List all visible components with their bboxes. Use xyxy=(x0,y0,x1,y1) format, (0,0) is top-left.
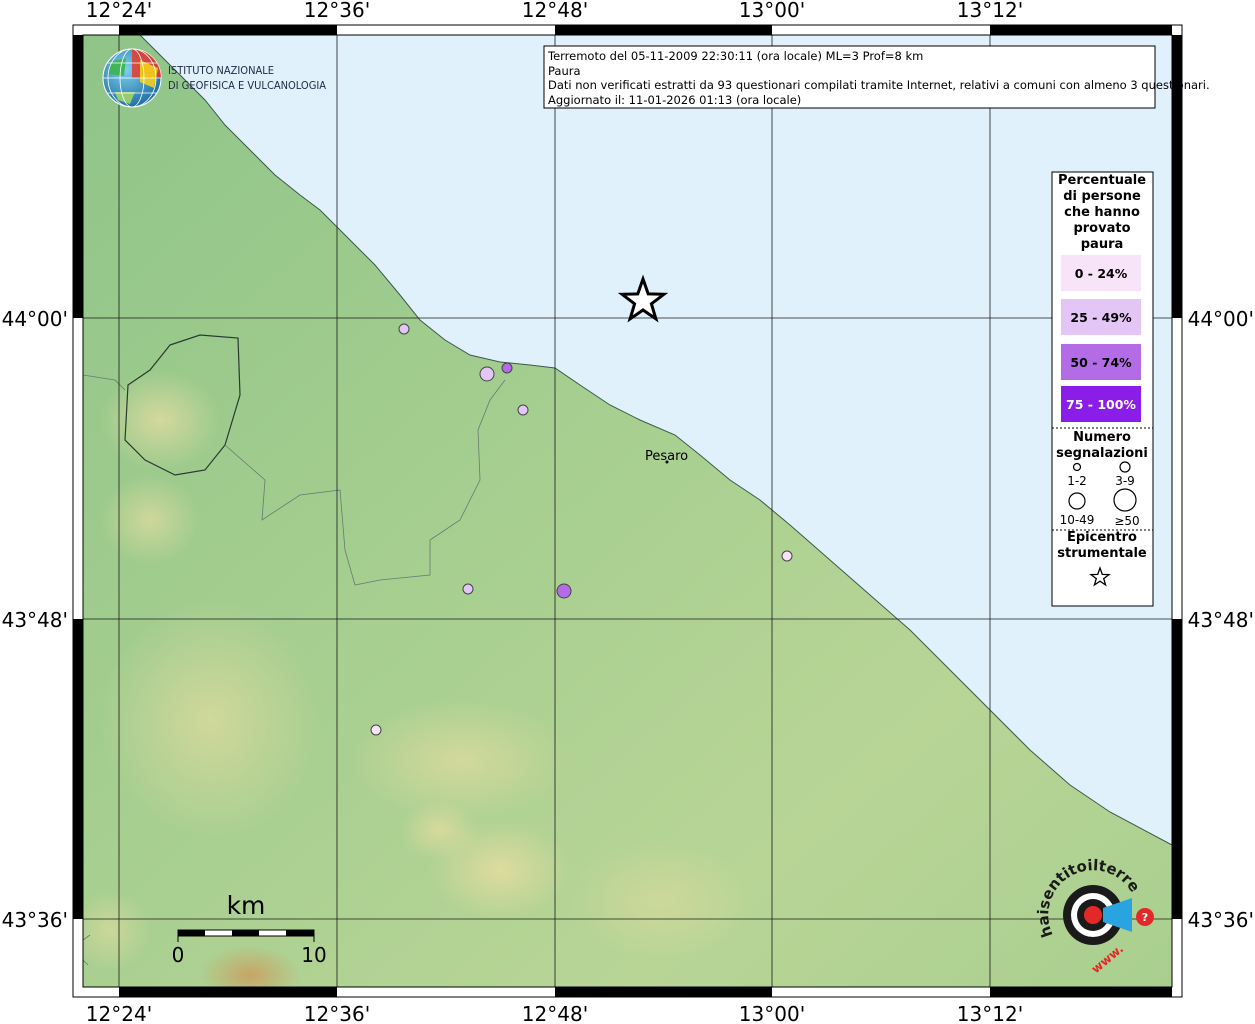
lon-tick-label: 13°12' xyxy=(957,0,1023,22)
lon-tick-labels-bottom: 12°24' 12°36' 12°48' 13°00' 13°12' xyxy=(86,1002,1023,1024)
count-label: 10-49 xyxy=(1060,513,1095,527)
scale-start: 0 xyxy=(172,943,185,967)
legend-range-label: 25 - 49% xyxy=(1070,310,1132,325)
size-circle-icon xyxy=(1072,462,1082,472)
relief-patch xyxy=(350,700,570,820)
lon-tick-label: 13°00' xyxy=(739,0,805,22)
lon-tick-label: 13°12' xyxy=(957,1002,1023,1024)
lat-tick-labels-left: 44°00' 43°48' 43°36' xyxy=(2,307,68,932)
relief-patch xyxy=(100,600,320,840)
lon-tick-label: 12°24' xyxy=(86,1002,152,1024)
legend-title-line: provato xyxy=(1073,221,1130,236)
count-label: 3-9 xyxy=(1115,474,1135,488)
lat-tick-label: 43°48' xyxy=(1188,608,1254,632)
relief-patch xyxy=(100,475,200,565)
lat-tick-label: 43°48' xyxy=(2,608,68,632)
svg-text:?: ? xyxy=(1142,911,1148,924)
municipality-dot xyxy=(556,583,572,599)
relief-patch xyxy=(400,800,480,860)
lon-tick-label: 12°36' xyxy=(304,0,370,22)
legend-count-title: segnalazioni xyxy=(1056,446,1148,461)
logo-line-2: DI GEOFISICA E VULCANOLOGIA xyxy=(168,79,326,92)
scale-end: 10 xyxy=(301,943,326,967)
municipality-dot xyxy=(781,550,793,562)
logo-line-1: ISTITUTO NAZIONALE xyxy=(168,64,274,77)
info-line-2: Paura xyxy=(548,64,581,78)
relief-patch xyxy=(100,370,220,470)
size-circle-icon xyxy=(1068,492,1086,510)
info-line-1: Terremoto del 05-11-2009 22:30:11 (ora l… xyxy=(547,49,923,63)
lat-tick-labels-right: 44°00' 43°48' 43°36' xyxy=(1188,307,1254,932)
lat-tick-label: 43°36' xyxy=(1188,908,1254,932)
lon-tick-label: 13°00' xyxy=(739,1002,805,1024)
municipality-dot xyxy=(462,583,474,595)
size-circle-icon xyxy=(1113,488,1137,512)
legend-title-line: che hanno xyxy=(1064,205,1140,220)
place-marker xyxy=(665,460,669,464)
lon-tick-label: 12°48' xyxy=(522,0,588,22)
legend-title-line: di persone xyxy=(1063,189,1141,204)
info-line-3: Dati non verificati estratti da 93 quest… xyxy=(548,78,1210,92)
legend-range-label: 50 - 74% xyxy=(1070,355,1132,370)
lat-tick-label: 43°36' xyxy=(2,908,68,932)
relief-patch xyxy=(570,840,750,960)
legend-range-label: 75 - 100% xyxy=(1066,397,1136,412)
legend-count-title: Numero xyxy=(1073,430,1131,445)
lon-tick-label: 12°48' xyxy=(522,1002,588,1024)
count-label: 1-2 xyxy=(1067,474,1087,488)
lat-tick-label: 44°00' xyxy=(2,307,68,331)
legend-epicenter-title: strumentale xyxy=(1057,546,1147,561)
lat-tick-label: 44°00' xyxy=(1188,307,1254,331)
legend-epicenter-title: Epicentro xyxy=(1067,530,1137,545)
legend-range-label: 0 - 24% xyxy=(1075,266,1128,281)
legend-title-line: Percentuale xyxy=(1058,173,1146,188)
municipality-dot xyxy=(370,724,382,736)
lon-tick-label: 12°24' xyxy=(86,0,152,22)
legend-title-line: paura xyxy=(1081,237,1124,252)
scale-title: km xyxy=(227,891,266,920)
municipality-dot xyxy=(501,362,513,374)
municipality-dot xyxy=(479,366,495,382)
info-line-4: Aggiornato il: 11-01-2026 01:13 (ora loc… xyxy=(548,93,801,107)
count-label: ≥50 xyxy=(1114,514,1139,528)
lon-tick-labels-top: 12°24' 12°36' 12°48' 13°00' 13°12' xyxy=(86,0,1023,22)
size-circle-icon xyxy=(1119,461,1131,473)
info-box: Terremoto del 05-11-2009 22:30:11 (ora l… xyxy=(543,45,1210,109)
map-body xyxy=(83,35,1172,987)
lon-tick-label: 12°36' xyxy=(304,1002,370,1024)
municipality-dot xyxy=(517,404,529,416)
intensity-map: 12°24' 12°36' 12°48' 13°00' 13°12' 12°24… xyxy=(0,0,1254,1024)
municipality-dot xyxy=(398,323,410,335)
legend-box: Percentuale di persone che hanno provato… xyxy=(1051,171,1154,607)
